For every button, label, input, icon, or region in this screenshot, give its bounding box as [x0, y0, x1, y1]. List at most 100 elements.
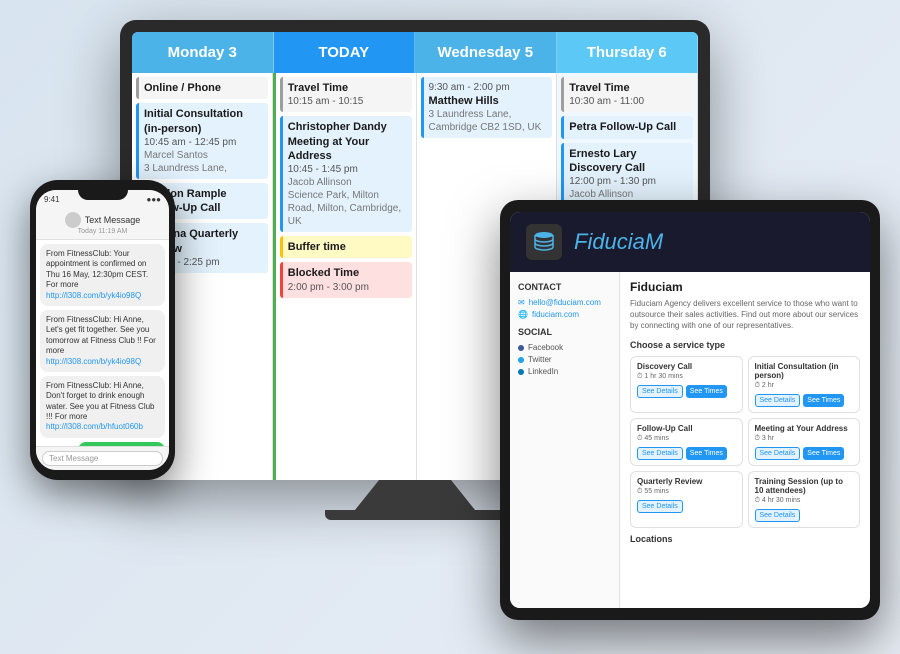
- event-travel-thursday[interactable]: Travel Time 10:30 am - 11:00: [561, 77, 693, 112]
- event-online[interactable]: Online / Phone: [136, 77, 268, 99]
- col-header-thursday: Thursday 6: [557, 32, 699, 73]
- event-christopher[interactable]: Christopher Dandy Meeting at Your Addres…: [280, 116, 412, 232]
- see-details-btn[interactable]: See Details: [755, 394, 801, 407]
- event-buffer[interactable]: Buffer time: [280, 236, 412, 258]
- service-buttons: See Details See Times: [755, 394, 854, 407]
- col-header-today: TODAY: [274, 32, 416, 73]
- sms-message-2: From FitnessClub: Hi Anne, Let's get fit…: [40, 310, 165, 372]
- event-ernesto[interactable]: Ernesto Lary Discovery Call 12:00 pm - 1…: [561, 143, 693, 206]
- event-title: Travel Time: [569, 81, 688, 95]
- event-time: 10:45 - 1:45 pm: [288, 163, 407, 176]
- service-title: Meeting at Your Address: [755, 424, 854, 433]
- social-facebook[interactable]: Facebook: [518, 343, 611, 352]
- service-card-followup: Follow-Up Call 45 mins See Details See T…: [630, 418, 743, 466]
- service-card-quarterly: Quarterly Review 55 mins See Details: [630, 471, 743, 528]
- social-label: Social: [518, 327, 611, 337]
- event-title: Travel Time: [288, 81, 407, 95]
- email-icon: ✉: [518, 298, 525, 307]
- service-type-label: Choose a service type: [630, 340, 860, 350]
- service-duration: 55 mins: [637, 488, 736, 496]
- phone-notch: [78, 190, 128, 200]
- fiduciam-description: Fiduciam Agency delivers excellent servi…: [630, 298, 860, 332]
- event-title: Ernesto Lary Discovery Call: [569, 147, 688, 176]
- contact-website[interactable]: 🌐 fiduciam.com: [518, 310, 611, 319]
- fiduciam-logo-text: FiduciaM: [574, 229, 663, 255]
- today-label: TODAY: [282, 44, 407, 61]
- see-details-btn[interactable]: See Details: [637, 385, 683, 398]
- tablet: FiduciaM Contact ✉ hello@fiduciam.com: [500, 200, 880, 620]
- twitter-label: Twitter: [528, 355, 552, 364]
- phone-screen: 9:41 ●●● Text Message Today 11:19 AM Fro…: [36, 190, 169, 470]
- tablet-body: Contact ✉ hello@fiduciam.com 🌐 fiduciam.…: [510, 272, 870, 608]
- tablet-main: Fiduciam Fiduciam Agency delivers excell…: [620, 272, 870, 608]
- see-times-btn[interactable]: See Times: [686, 447, 727, 460]
- see-times-btn[interactable]: See Times: [803, 394, 844, 407]
- sms-header: Text Message Today 11:19 AM: [36, 208, 169, 240]
- service-duration: 4 hr 30 mins: [755, 497, 854, 505]
- service-duration: 3 hr: [755, 435, 854, 443]
- event-title: Online / Phone: [144, 81, 263, 95]
- col-header-monday: Monday 3: [132, 32, 274, 73]
- sms-body: From FitnessClub: Your appointment is co…: [36, 240, 169, 469]
- service-card-initial: Initial Consultation (in person) 2 hr Se…: [748, 356, 861, 413]
- event-time: 10:45 am - 12:45 pm: [144, 136, 263, 149]
- monitor-base: [325, 510, 505, 520]
- event-time: 2:00 pm - 3:00 pm: [288, 281, 407, 294]
- website-text: fiduciam.com: [532, 310, 579, 319]
- service-buttons: See Details See Times: [637, 385, 736, 398]
- see-details-btn[interactable]: See Details: [637, 500, 683, 513]
- phone-time: 9:41: [44, 195, 60, 204]
- tablet-frame: FiduciaM Contact ✉ hello@fiduciam.com: [500, 200, 880, 620]
- sms-message-3: From FitnessClub: Hi Anne, Don't forget …: [40, 376, 165, 438]
- tablet-content: FiduciaM Contact ✉ hello@fiduciam.com: [510, 212, 870, 608]
- logo-suffix: M: [645, 229, 663, 254]
- social-linkedin[interactable]: LinkedIn: [518, 367, 611, 376]
- sms-time: Today 11:19 AM: [44, 228, 161, 235]
- event-matthew[interactable]: 9:30 am - 2:00 pm Matthew Hills 3 Laundr…: [421, 77, 553, 138]
- see-times-btn[interactable]: See Times: [686, 385, 727, 398]
- contact-email[interactable]: ✉ hello@fiduciam.com: [518, 298, 611, 307]
- sms-message-1: From FitnessClub: Your appointment is co…: [40, 244, 165, 306]
- event-time: 12:00 pm - 1:30 pm: [569, 175, 688, 188]
- service-buttons: See Details See Times: [637, 447, 736, 460]
- wednesday-label: Wednesday 5: [423, 44, 548, 61]
- see-details-btn[interactable]: See Details: [755, 447, 801, 460]
- service-duration: 1 hr 30 mins: [637, 373, 736, 381]
- event-time: 10:30 am - 11:00: [569, 95, 688, 108]
- tablet-screen: FiduciaM Contact ✉ hello@fiduciam.com: [510, 212, 870, 608]
- sms-contact-name: Text Message: [44, 212, 161, 228]
- service-buttons: See Details See Times: [755, 447, 854, 460]
- monitor-stand: [355, 480, 475, 510]
- event-travel-today[interactable]: Travel Time 10:15 am - 10:15: [280, 77, 412, 112]
- event-initial-consult[interactable]: Initial Consultation (in-person) 10:45 a…: [136, 103, 268, 179]
- twitter-dot: [518, 357, 524, 363]
- facebook-label: Facebook: [528, 343, 563, 352]
- event-location: Marcel Santos3 Laundress Lane,: [144, 149, 263, 175]
- event-location: Jacob AllinsonScience Park, Milton Road,…: [288, 176, 407, 228]
- phone-signal: ●●●: [147, 195, 162, 204]
- service-card-meeting: Meeting at Your Address 3 hr See Details…: [748, 418, 861, 466]
- service-title: Initial Consultation (in person): [755, 362, 854, 380]
- see-times-btn[interactable]: See Times: [803, 447, 844, 460]
- event-petra[interactable]: Petra Follow-Up Call: [561, 116, 693, 138]
- event-location: 3 Laundress Lane, Cambridge CB2 1SD, UK: [429, 108, 548, 134]
- fiduciam-header: FiduciaM: [510, 212, 870, 272]
- database-icon: [532, 230, 556, 254]
- fiduciam-title: Fiduciam: [630, 280, 860, 294]
- service-title: Discovery Call: [637, 362, 736, 371]
- sms-input-field[interactable]: Text Message: [42, 451, 163, 466]
- event-blocked[interactable]: Blocked Time 2:00 pm - 3:00 pm: [280, 262, 412, 297]
- event-title: Buffer time: [288, 240, 407, 254]
- see-details-btn[interactable]: See Details: [637, 447, 683, 460]
- calendar-header: Monday 3 TODAY Wednesday 5 Thursday 6: [132, 32, 698, 73]
- tablet-sidebar: Contact ✉ hello@fiduciam.com 🌐 fiduciam.…: [510, 272, 620, 608]
- linkedin-dot: [518, 369, 524, 375]
- see-details-btn[interactable]: See Details: [755, 509, 801, 522]
- service-grid: Discovery Call 1 hr 30 mins See Details …: [630, 356, 860, 528]
- social-twitter[interactable]: Twitter: [518, 355, 611, 364]
- col-header-wednesday: Wednesday 5: [415, 32, 557, 73]
- event-title: Blocked Time: [288, 266, 407, 280]
- linkedin-label: LinkedIn: [528, 367, 558, 376]
- service-duration: 2 hr: [755, 382, 854, 390]
- event-title: Christopher Dandy Meeting at Your Addres…: [288, 120, 407, 163]
